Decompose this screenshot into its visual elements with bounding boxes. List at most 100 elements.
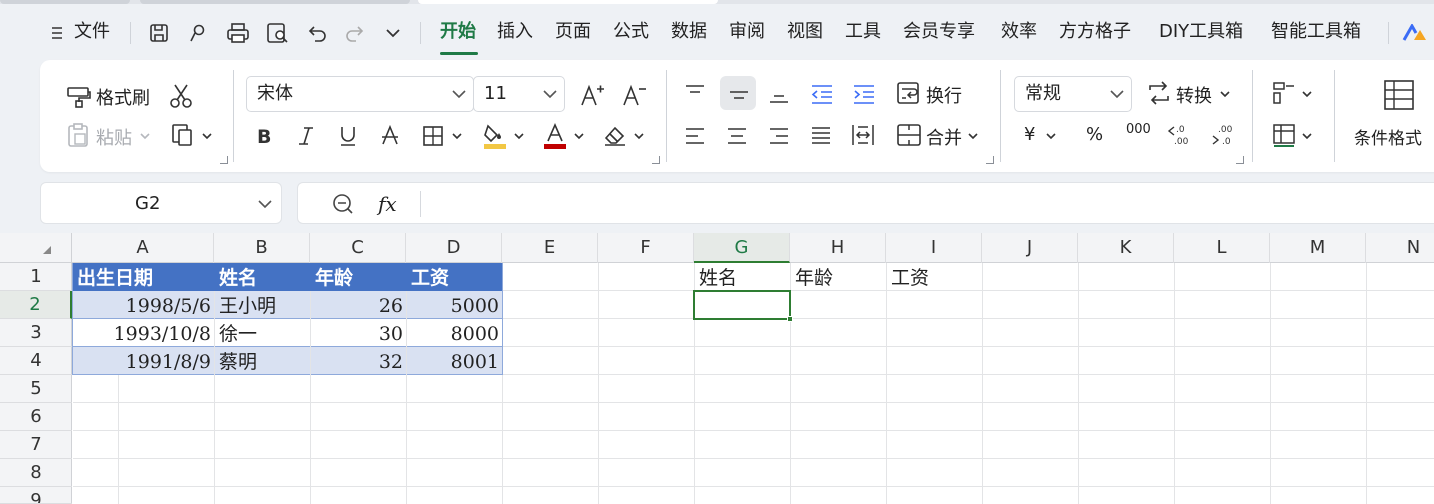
font-color-icon[interactable] <box>542 122 568 150</box>
font-name-select[interactable]: 宋体 <box>246 76 474 112</box>
rows-columns-dropdown-icon[interactable] <box>1302 90 1312 98</box>
alignment-dialog-launcher[interactable] <box>986 156 994 164</box>
cell-i1[interactable]: 工资 <box>891 264 929 292</box>
decrease-font-size-icon[interactable] <box>622 82 648 108</box>
borders-dropdown-icon[interactable] <box>452 132 462 140</box>
redo-icon[interactable] <box>344 22 366 44</box>
row-header-9[interactable]: 9 <box>0 487 72 504</box>
insert-function-button[interactable]: fx <box>378 183 397 225</box>
print-preview-icon[interactable] <box>266 22 290 44</box>
column-header-c[interactable]: C <box>310 233 406 263</box>
cell-c2[interactable]: 26 <box>310 292 403 320</box>
chevron-down-icon[interactable] <box>257 196 273 212</box>
print-icon[interactable] <box>226 22 250 44</box>
corner-cell[interactable] <box>0 233 72 263</box>
cell-d4[interactable]: 8001 <box>406 348 499 376</box>
wrap-text-button[interactable]: 换行 <box>926 82 962 108</box>
cell-a2[interactable]: 1998/5/6 <box>73 292 211 320</box>
tab-member[interactable]: 会员专享 <box>903 16 975 48</box>
cell-b4[interactable]: 蔡明 <box>219 348 257 376</box>
clear-format-icon[interactable] <box>602 122 628 148</box>
row-header-8[interactable]: 8 <box>0 459 72 487</box>
row-header-5[interactable]: 5 <box>0 375 72 403</box>
increase-font-size-icon[interactable] <box>580 82 606 108</box>
merge-cells-icon[interactable] <box>896 122 922 148</box>
conditional-format-button[interactable]: 条件格式 <box>1354 124 1422 149</box>
column-header-d[interactable]: D <box>406 233 502 263</box>
paste-button[interactable]: 粘贴 <box>96 124 132 150</box>
cell-c3[interactable]: 30 <box>310 320 403 348</box>
cell-h1[interactable]: 年龄 <box>795 264 833 292</box>
copy-dropdown-icon[interactable] <box>202 132 212 140</box>
tab-page[interactable]: 页面 <box>555 16 591 48</box>
font-color-dropdown-icon[interactable] <box>574 132 584 140</box>
wrap-text-icon[interactable] <box>896 80 922 106</box>
cut-icon[interactable] <box>168 82 194 110</box>
file-menu[interactable]: 文件 <box>74 16 110 48</box>
tab-data[interactable]: 数据 <box>671 16 707 48</box>
cell-a4[interactable]: 1991/8/9 <box>73 348 211 376</box>
thousands-separator-button[interactable]: 000 <box>1126 122 1151 137</box>
underline-icon[interactable] <box>338 124 358 148</box>
copy-icon[interactable] <box>170 122 198 148</box>
align-bottom-icon[interactable] <box>768 82 790 106</box>
increase-decimal-icon[interactable]: .0.00 <box>1166 122 1192 148</box>
tab-insert[interactable]: 插入 <box>497 16 533 48</box>
decrease-decimal-icon[interactable]: .00.0 <box>1210 122 1236 148</box>
row-header-7[interactable]: 7 <box>0 431 72 459</box>
cell-b3[interactable]: 徐一 <box>219 320 257 348</box>
merge-button[interactable]: 合并 <box>926 124 962 150</box>
cell-a1[interactable]: 出生日期 <box>77 264 153 292</box>
tab-smart-toolbox[interactable]: 智能工具箱 <box>1271 16 1361 48</box>
ai-assistant-icon[interactable] <box>1402 24 1428 42</box>
clear-format-dropdown-icon[interactable] <box>634 132 644 140</box>
save-icon[interactable] <box>148 22 170 44</box>
worksheet-dropdown-icon[interactable] <box>1302 132 1312 140</box>
cell-d3[interactable]: 8000 <box>406 320 499 348</box>
tab-formula[interactable]: 公式 <box>613 16 649 48</box>
bold-icon[interactable]: B <box>254 124 274 148</box>
column-header-m[interactable]: M <box>1270 233 1366 263</box>
share-icon[interactable] <box>188 22 210 44</box>
number-dialog-launcher[interactable] <box>1236 156 1244 164</box>
tab-efficiency[interactable]: 效率 <box>1001 16 1037 48</box>
tab-tools[interactable]: 工具 <box>845 16 881 48</box>
column-header-k[interactable]: K <box>1078 233 1174 263</box>
row-header-2[interactable]: 2 <box>0 291 72 319</box>
undo-icon[interactable] <box>306 22 328 44</box>
column-header-f[interactable]: F <box>598 233 694 263</box>
zoom-search-icon[interactable] <box>332 193 354 215</box>
fill-color-dropdown-icon[interactable] <box>514 132 524 140</box>
tab-diy-toolbox[interactable]: DIY工具箱 <box>1159 16 1243 48</box>
row-header-4[interactable]: 4 <box>0 347 72 375</box>
column-header-e[interactable]: E <box>502 233 598 263</box>
align-center-icon[interactable] <box>726 124 748 148</box>
row-header-1[interactable]: 1 <box>0 263 72 291</box>
cell-g1[interactable]: 姓名 <box>699 264 737 292</box>
column-header-i[interactable]: I <box>886 233 982 263</box>
tab-view[interactable]: 视图 <box>787 16 823 48</box>
percent-format-button[interactable]: % <box>1086 124 1103 145</box>
strikethrough-icon[interactable] <box>380 124 400 148</box>
column-header-b[interactable]: B <box>214 233 310 263</box>
row-header-6[interactable]: 6 <box>0 403 72 431</box>
conditional-format-icon[interactable] <box>1382 78 1416 112</box>
column-header-g[interactable]: G <box>694 233 790 263</box>
cell-d1[interactable]: 工资 <box>411 264 449 292</box>
cell-b2[interactable]: 王小明 <box>219 292 276 320</box>
worksheet-icon[interactable] <box>1272 122 1298 148</box>
distributed-align-icon[interactable] <box>850 122 876 148</box>
clipboard-dialog-launcher[interactable] <box>220 156 228 164</box>
column-header-j[interactable]: J <box>982 233 1078 263</box>
row-header-3[interactable]: 3 <box>0 319 72 347</box>
convert-dropdown-icon[interactable] <box>1220 90 1230 98</box>
convert-icon[interactable] <box>1146 80 1172 106</box>
quick-access-more-icon[interactable] <box>384 26 402 40</box>
column-header-a[interactable]: A <box>72 233 214 263</box>
tab-fangfang[interactable]: 方方格子 <box>1059 16 1131 48</box>
justify-icon[interactable] <box>810 124 832 148</box>
align-middle-icon[interactable] <box>728 82 750 106</box>
fill-color-icon[interactable] <box>482 122 508 150</box>
align-top-icon[interactable] <box>684 82 706 106</box>
cell-d2[interactable]: 5000 <box>406 292 499 320</box>
